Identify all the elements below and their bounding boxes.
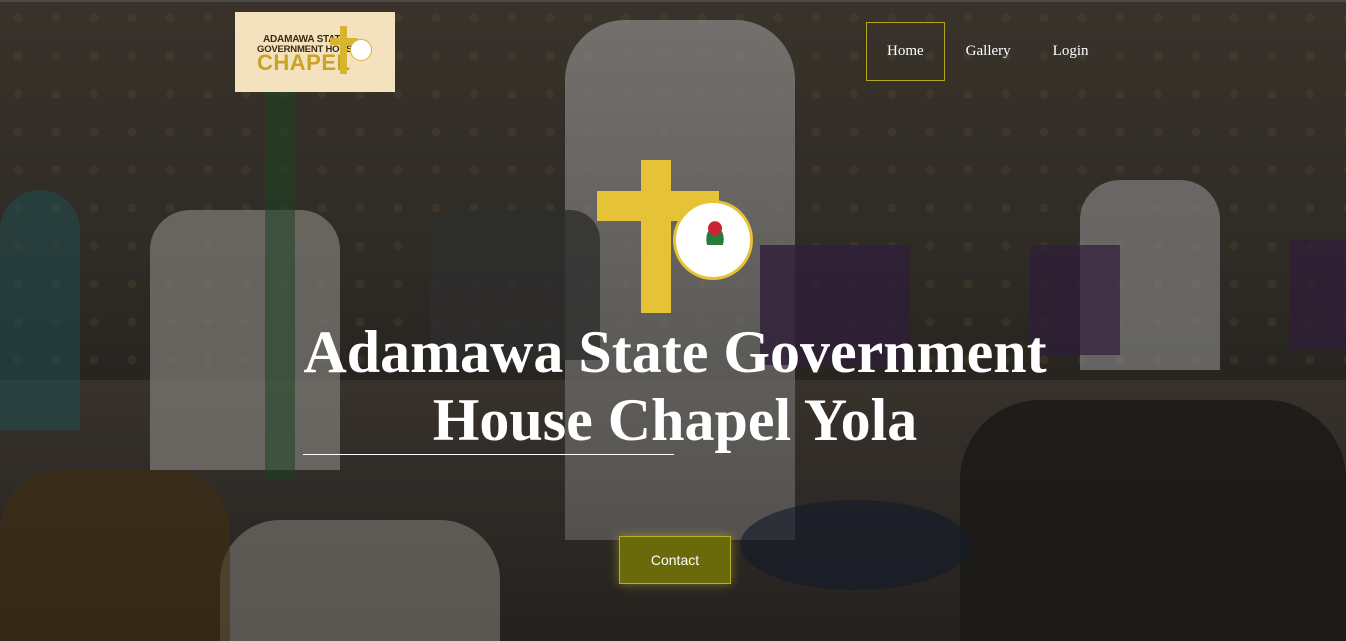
- page-title: Adamawa State Government House Chapel Yo…: [303, 319, 1047, 453]
- logo-cross-icon: [340, 26, 347, 74]
- site-logo[interactable]: ADAMAWA STATE GOVERNMENT HOUSE CHAPEL: [235, 12, 395, 92]
- logo-seal-icon: [350, 39, 372, 61]
- nav-gallery[interactable]: Gallery: [945, 22, 1032, 81]
- nav-home[interactable]: Home: [866, 22, 945, 81]
- title-underline: [303, 454, 674, 455]
- main-nav: Home Gallery Login: [866, 22, 1110, 81]
- contact-button[interactable]: Contact: [619, 536, 731, 584]
- nav-login[interactable]: Login: [1032, 22, 1110, 81]
- logo-line-3: CHAPEL: [257, 50, 351, 75]
